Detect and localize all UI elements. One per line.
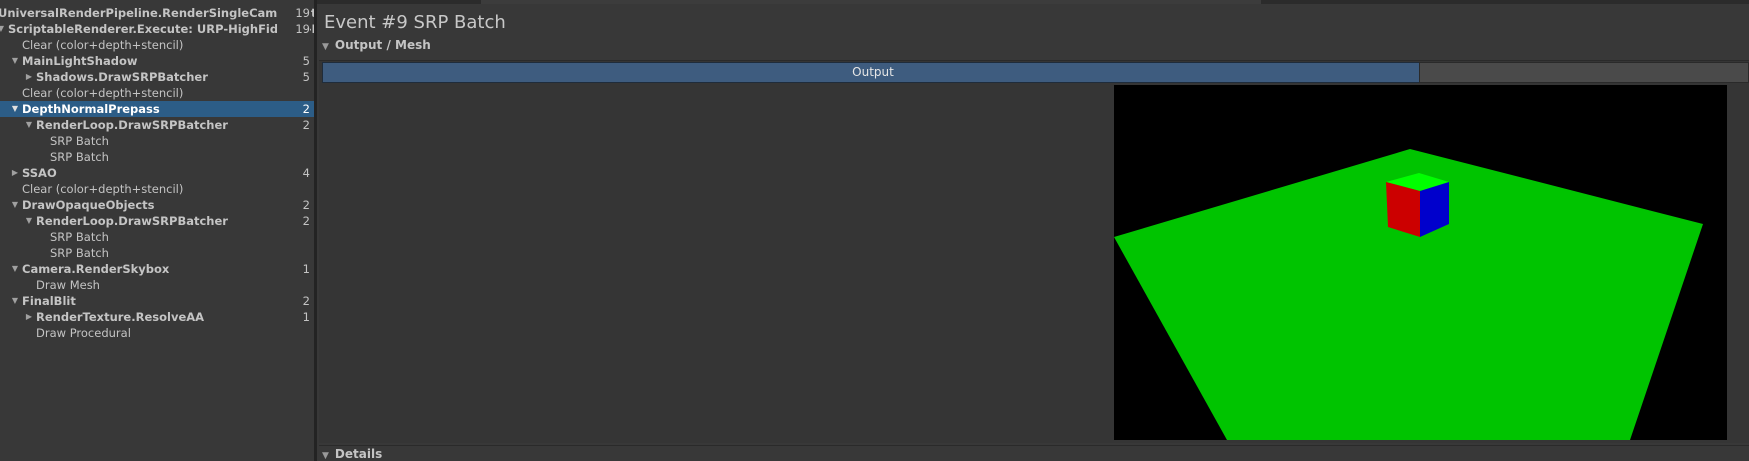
- event-tree: UniversalRenderPipeline.RenderSingleCame…: [0, 5, 314, 341]
- tree-row-label: SSAO: [22, 166, 57, 180]
- tree-row[interactable]: ▼ Camera.RenderSkybox 1: [0, 261, 314, 277]
- output-mesh-foldout[interactable]: ▼ Output / Mesh: [322, 36, 431, 54]
- tree-row-count: 1: [277, 309, 310, 325]
- tree-row-label: Clear (color+depth+stencil): [22, 182, 184, 196]
- tree-row[interactable]: ▼ RenderLoop.DrawSRPBatcher 2: [0, 213, 314, 229]
- tree-row-count: 5: [277, 53, 310, 69]
- foldout-expanded-icon[interactable]: ▼: [24, 117, 34, 133]
- tree-row[interactable]: ▼ RenderLoop.DrawSRPBatcher 2: [0, 117, 314, 133]
- details-header-label: Details: [334, 447, 383, 461]
- tree-row-label: RenderLoop.DrawSRPBatcher: [36, 214, 228, 228]
- tree-row-label: SRP Batch: [50, 230, 109, 244]
- tree-row[interactable]: Clear (color+depth+stencil): [0, 85, 314, 101]
- details-foldout[interactable]: ▼ Details: [322, 445, 382, 461]
- tree-row[interactable]: ▼ DepthNormalPrepass 2: [0, 101, 314, 117]
- tree-row-label: Draw Mesh: [36, 278, 100, 292]
- tree-row[interactable]: Draw Mesh: [0, 277, 314, 293]
- tree-row-count: 19: [277, 21, 310, 37]
- foldout-expanded-icon[interactable]: ▼: [10, 293, 20, 309]
- tree-row-count: 2: [277, 213, 310, 229]
- tree-row[interactable]: SRP Batch: [0, 149, 314, 165]
- foldout-expanded-icon: ▼: [322, 451, 329, 461]
- foldout-expanded-icon[interactable]: ▼: [10, 53, 20, 69]
- event-title: Event #9 SRP Batch: [324, 12, 506, 33]
- tree-row-label: MainLightShadow: [22, 54, 138, 68]
- details-section: ▼ Details: [319, 445, 1749, 461]
- tree-row-label: FinalBlit: [22, 294, 76, 308]
- tree-row[interactable]: ▼ MainLightShadow 5: [0, 53, 314, 69]
- foldout-collapsed-icon[interactable]: ▶: [24, 309, 34, 325]
- foldout-collapsed-icon[interactable]: ▶: [10, 165, 20, 181]
- foldout-expanded-icon: ▼: [322, 42, 329, 52]
- tree-row[interactable]: SRP Batch: [0, 133, 314, 149]
- tree-row-label: Draw Procedural: [36, 326, 131, 340]
- tree-row[interactable]: Clear (color+depth+stencil): [0, 181, 314, 197]
- foldout-expanded-icon[interactable]: ▼: [10, 197, 20, 213]
- frame-debugger-window: UniversalRenderPipeline.RenderSingleCame…: [0, 0, 1749, 461]
- tree-row[interactable]: ▶ SSAO 4: [0, 165, 314, 181]
- tree-row-label: DepthNormalPrepass: [22, 102, 160, 116]
- foldout-expanded-icon[interactable]: ▼: [10, 101, 20, 117]
- foldout-expanded-icon[interactable]: ▼: [24, 213, 34, 229]
- output-mesh-header-label: Output / Mesh: [334, 38, 431, 52]
- tree-row-count: 2: [277, 197, 310, 213]
- tree-row-label: DrawOpaqueObjects: [22, 198, 155, 212]
- tree-row-label: RenderLoop.DrawSRPBatcher: [36, 118, 228, 132]
- foldout-expanded-icon[interactable]: ▼: [0, 21, 6, 37]
- tree-row-count: 1: [277, 261, 310, 277]
- tree-row[interactable]: ▶ Shadows.DrawSRPBatcher 5: [0, 69, 314, 85]
- tree-row-label: Clear (color+depth+stencil): [22, 86, 184, 100]
- tree-row[interactable]: UniversalRenderPipeline.RenderSingleCame…: [0, 5, 314, 21]
- tree-row[interactable]: SRP Batch: [0, 245, 314, 261]
- tree-row-count: 19: [277, 5, 310, 21]
- tree-row-count: 2: [277, 117, 310, 133]
- tree-row-label: Shadows.DrawSRPBatcher: [36, 70, 208, 84]
- tree-row-label: SRP Batch: [50, 150, 109, 164]
- foldout-expanded-icon[interactable]: ▼: [10, 261, 20, 277]
- tree-row[interactable]: Clear (color+depth+stencil): [0, 37, 314, 53]
- tree-row-count: 5: [277, 69, 310, 85]
- event-hierarchy-panel: UniversalRenderPipeline.RenderSingleCame…: [0, 0, 314, 461]
- tree-row[interactable]: ▶ RenderTexture.ResolveAA 1: [0, 309, 314, 325]
- tree-row-count: 2: [277, 101, 310, 117]
- tree-row[interactable]: ▼ ScriptableRenderer.Execute: URP-HighFid…: [0, 21, 314, 37]
- tab-bar-filler: [1419, 62, 1749, 83]
- event-detail-panel: Event #9 SRP Batch ▼ Output / Mesh Output…: [317, 0, 1749, 461]
- tree-row[interactable]: ▼ FinalBlit 2: [0, 293, 314, 309]
- tree-row-label: SRP Batch: [50, 134, 109, 148]
- render-preview: [1114, 85, 1727, 440]
- output-tab[interactable]: Output: [322, 62, 1424, 83]
- tree-row-label: SRP Batch: [50, 246, 109, 260]
- tree-row-label: ScriptableRenderer.Execute: URP-HighFide…: [8, 22, 314, 36]
- tree-row[interactable]: Draw Procedural: [0, 325, 314, 341]
- tree-row[interactable]: SRP Batch: [0, 229, 314, 245]
- tree-row-label: RenderTexture.ResolveAA: [36, 310, 205, 324]
- tree-row-count: 4: [277, 165, 310, 181]
- tree-row[interactable]: ▼ DrawOpaqueObjects 2: [0, 197, 314, 213]
- tree-row-label: Clear (color+depth+stencil): [22, 38, 184, 52]
- tree-row-label: UniversalRenderPipeline.RenderSingleCame…: [0, 6, 314, 20]
- tree-row-label: Camera.RenderSkybox: [22, 262, 170, 276]
- foldout-collapsed-icon[interactable]: ▶: [24, 69, 34, 85]
- toolbar-controls[interactable]: [481, 0, 1261, 4]
- render-preview-canvas: [1114, 85, 1727, 440]
- tree-row-count: 2: [277, 293, 310, 309]
